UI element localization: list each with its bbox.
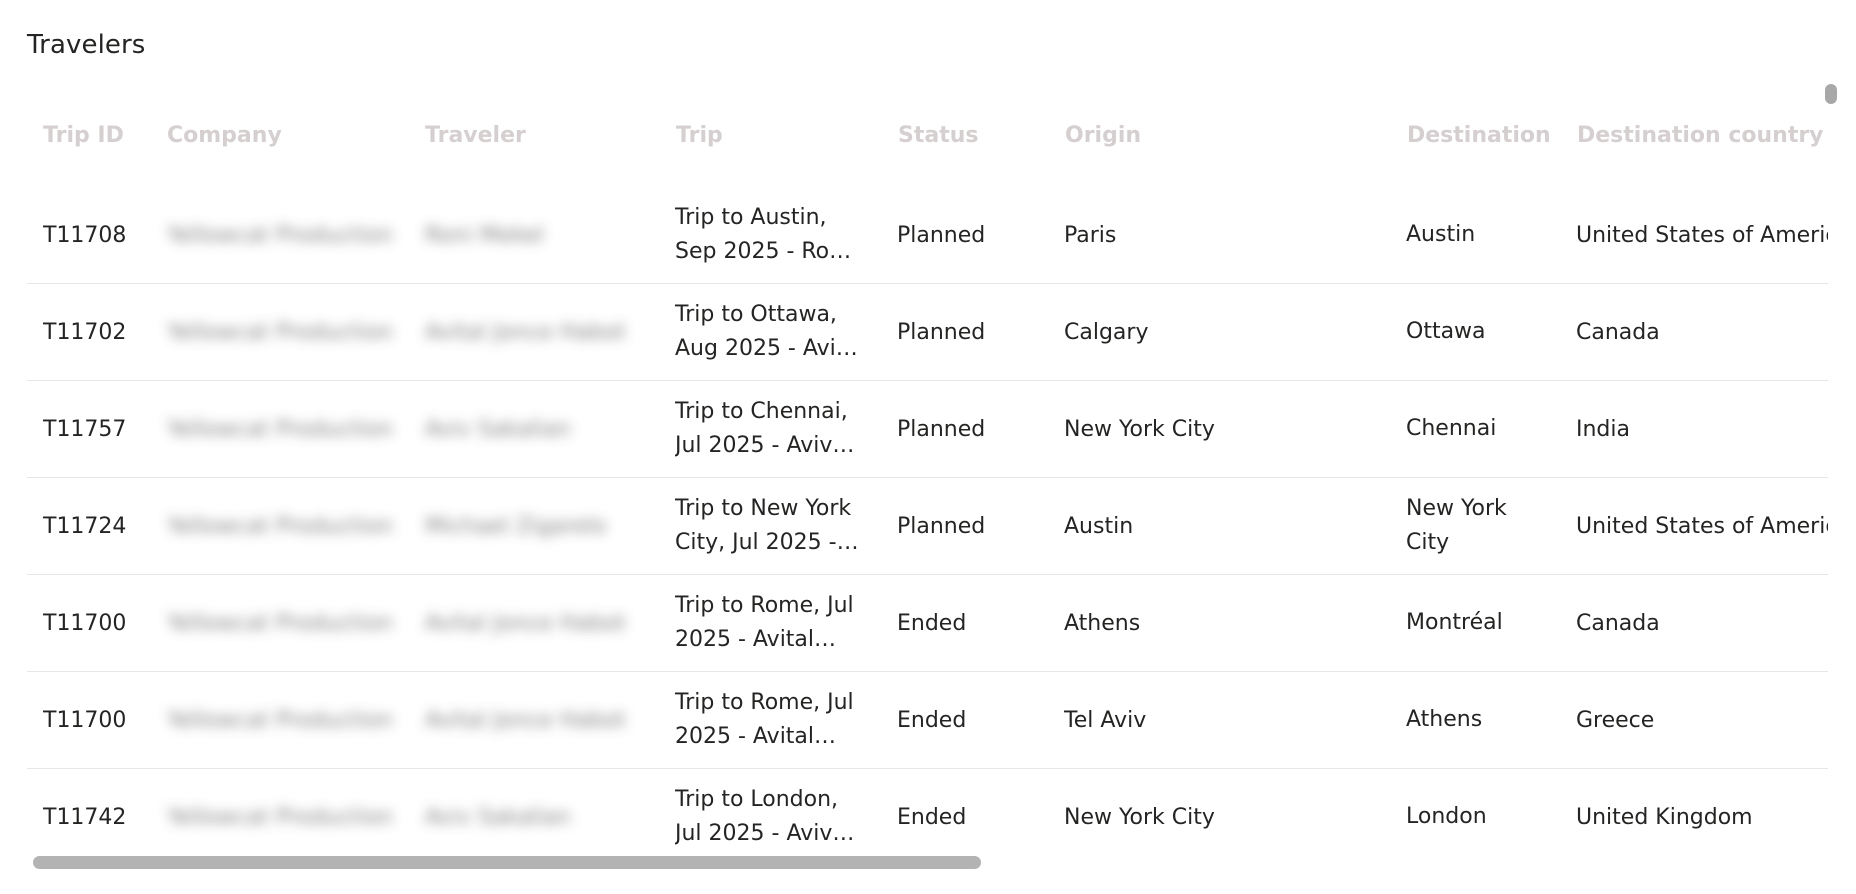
cell-destination-country: United States of America: [1576, 513, 1828, 539]
travelers-table[interactable]: Trip ID Company Traveler Trip Status Ori…: [27, 100, 1828, 852]
cell-traveler-redacted: Aviv Sakalian: [425, 804, 571, 830]
visual-title: Travelers: [27, 30, 146, 60]
cell-company-redacted: Yellowcat Production: [167, 804, 393, 830]
cell-destination-country: India: [1576, 416, 1630, 442]
cell-trip-text: Trip to Rome, Jul 2025 - Avital Jonce Ha…: [675, 593, 854, 652]
cell-destination: New York City: [1406, 496, 1507, 555]
table-header: Trip ID Company Traveler Trip Status Ori…: [27, 100, 1828, 172]
cell-trip: Trip to Austin, Sep 2025 - Roni Mekel: [675, 187, 875, 283]
vertical-scrollbar-thumb[interactable]: [1825, 84, 1837, 104]
cell-destination: Austin: [1406, 222, 1476, 247]
cell-trip: Trip to Ottawa, Aug 2025 - Avital Jonce …: [675, 284, 875, 380]
cell-destination-country: United States of America: [1576, 222, 1828, 248]
table-row[interactable]: T11708 Yellowcat Production Roni Mekel T…: [27, 187, 1828, 284]
cell-destination-country: Greece: [1576, 707, 1655, 733]
cell-trip-text: Trip to London, Jul 2025 - Aviv Sakalian: [675, 787, 839, 846]
horizontal-scrollbar[interactable]: [27, 856, 1828, 870]
cell-trip-id: T11742: [43, 804, 127, 830]
table-row[interactable]: T11700 Yellowcat Production Avital Jonce…: [27, 575, 1828, 672]
cell-status: Planned: [897, 222, 986, 248]
cell-trip: Trip to London, Jul 2025 - Aviv Sakalian: [675, 769, 875, 852]
cell-company-redacted: Yellowcat Production: [167, 222, 393, 248]
cell-trip-text: Trip to Chennai, Jul 2025 - Aviv Sakalia…: [675, 399, 848, 458]
column-header-company[interactable]: Company: [167, 100, 367, 172]
cell-destination: London: [1406, 804, 1487, 829]
cell-destination: Chennai: [1406, 416, 1497, 441]
cell-trip-text: Trip to Ottawa, Aug 2025 - Avital Jonce …: [675, 302, 864, 361]
cell-status: Planned: [897, 513, 986, 539]
cell-destination-country: United Kingdom: [1576, 804, 1753, 830]
cell-status: Ended: [897, 707, 967, 733]
horizontal-scrollbar-thumb[interactable]: [33, 856, 981, 869]
column-header-destination-country[interactable]: Destination country: [1577, 100, 1828, 172]
cell-destination-country: Canada: [1576, 610, 1660, 636]
column-header-trip[interactable]: Trip: [676, 100, 856, 172]
cell-trip-id: T11700: [43, 610, 127, 636]
cell-trip-text: Trip to Austin, Sep 2025 - Roni Mekel: [675, 205, 850, 264]
cell-origin: Paris: [1064, 222, 1117, 248]
cell-destination: Montréal: [1406, 610, 1503, 635]
table-row[interactable]: T11757 Yellowcat Production Aviv Sakalia…: [27, 381, 1828, 478]
cell-trip: Trip to Rome, Jul 2025 - Avital Jonce Ha…: [675, 672, 875, 768]
cell-trip: Trip to Rome, Jul 2025 - Avital Jonce Ha…: [675, 575, 875, 671]
cell-origin: New York City: [1064, 804, 1215, 830]
cell-status: Ended: [897, 610, 967, 636]
cell-trip-id: T11757: [43, 416, 127, 442]
cell-traveler-redacted: Avital Jonce Habot: [425, 610, 626, 636]
cell-destination: Athens: [1406, 707, 1483, 732]
cell-traveler-redacted: Avital Jonce Habot: [425, 707, 626, 733]
table-row[interactable]: T11724 Yellowcat Production Michael Ziga…: [27, 478, 1828, 575]
cell-trip: Trip to New York City, Jul 2025 - Michae…: [675, 478, 875, 574]
table-row[interactable]: T11742 Yellowcat Production Aviv Sakalia…: [27, 769, 1828, 852]
cell-company-redacted: Yellowcat Production: [167, 319, 393, 345]
cell-traveler-redacted: Roni Mekel: [425, 222, 544, 248]
cell-trip-id: T11700: [43, 707, 127, 733]
cell-trip-id: T11708: [43, 222, 127, 248]
cell-destination-country: Canada: [1576, 319, 1660, 345]
cell-company-redacted: Yellowcat Production: [167, 610, 393, 636]
cell-traveler-redacted: Michael Zigarelo: [425, 513, 607, 539]
cell-company-redacted: Yellowcat Production: [167, 707, 393, 733]
cell-origin: Tel Aviv: [1064, 707, 1147, 733]
table-row[interactable]: T11700 Yellowcat Production Avital Jonce…: [27, 672, 1828, 769]
cell-status: Planned: [897, 319, 986, 345]
cell-trip-id: T11702: [43, 319, 127, 345]
travelers-visual: Travelers Trip ID Company Traveler Trip …: [0, 0, 1856, 894]
column-header-trip-id[interactable]: Trip ID: [43, 100, 153, 172]
cell-status: Ended: [897, 804, 967, 830]
cell-company-redacted: Yellowcat Production: [167, 416, 393, 442]
column-header-destination[interactable]: Destination: [1407, 100, 1567, 172]
cell-trip-text: Trip to New York City, Jul 2025 - Michae…: [675, 496, 852, 555]
cell-trip-id: T11724: [43, 513, 127, 539]
cell-origin: New York City: [1064, 416, 1215, 442]
cell-trip: Trip to Chennai, Jul 2025 - Aviv Sakalia…: [675, 381, 875, 477]
cell-trip-text: Trip to Rome, Jul 2025 - Avital Jonce Ha…: [675, 690, 854, 749]
cell-traveler-redacted: Avital Jonce Habot: [425, 319, 626, 345]
cell-company-redacted: Yellowcat Production: [167, 513, 393, 539]
column-header-origin[interactable]: Origin: [1065, 100, 1315, 172]
cell-traveler-redacted: Aviv Sakalian: [425, 416, 571, 442]
cell-status: Planned: [897, 416, 986, 442]
cell-origin: Calgary: [1064, 319, 1149, 345]
cell-origin: Athens: [1064, 610, 1141, 636]
table-row[interactable]: T11702 Yellowcat Production Avital Jonce…: [27, 284, 1828, 381]
cell-destination: Ottawa: [1406, 319, 1486, 344]
column-header-status[interactable]: Status: [898, 100, 1038, 172]
cell-origin: Austin: [1064, 513, 1134, 539]
column-header-traveler[interactable]: Traveler: [425, 100, 625, 172]
